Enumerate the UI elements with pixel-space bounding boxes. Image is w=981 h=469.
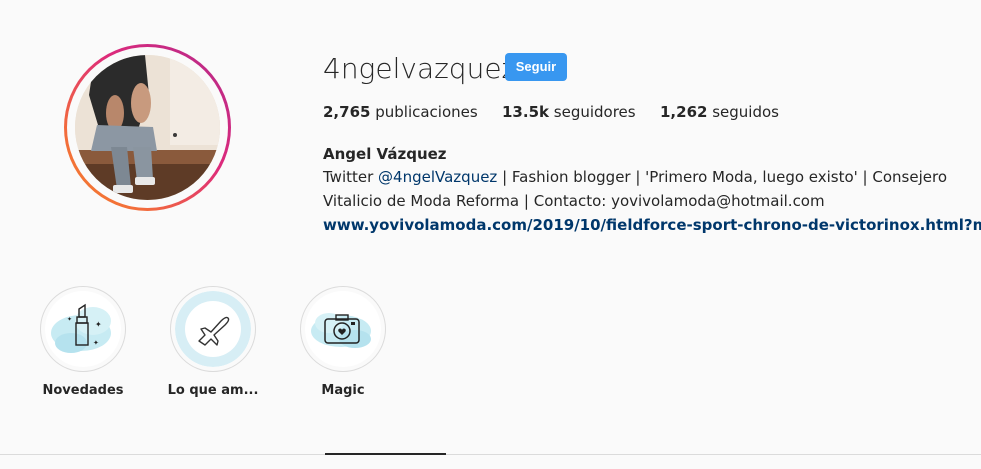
posts-count: 2,765 — [323, 103, 371, 121]
tabs-divider — [0, 454, 981, 455]
following-stat[interactable]: 1,262 seguidos — [660, 103, 779, 121]
bio-line1-rest: | Fashion blogger | 'Primero Moda, luego… — [497, 168, 947, 186]
following-label: seguidos — [712, 103, 779, 121]
highlight-label: Novedades — [42, 383, 124, 398]
profile-full-name: Angel Vázquez — [323, 145, 447, 163]
profile-photo-image — [75, 55, 220, 200]
highlight-ring[interactable]: ✦ ✦ ✦ — [40, 286, 126, 372]
bio-line-1: Twitter @4ngelVazquez | Fashion blogger … — [323, 168, 947, 186]
profile-picture-frame — [67, 47, 228, 208]
svg-text:✦: ✦ — [95, 320, 102, 329]
profile-picture[interactable] — [75, 55, 220, 200]
highlight-lo-que-am[interactable]: Lo que am... — [168, 286, 258, 398]
highlight-novedades[interactable]: ✦ ✦ ✦ Novedades — [40, 286, 126, 398]
svg-text:✦: ✦ — [93, 339, 99, 347]
posts-label: publicaciones — [375, 103, 478, 121]
bio-prefix: Twitter — [323, 168, 379, 186]
profile-picture-ring[interactable] — [64, 44, 231, 211]
camera-icon — [311, 313, 371, 348]
followers-label: seguidores — [553, 103, 636, 121]
followers-stat[interactable]: 13.5k seguidores — [502, 103, 636, 121]
highlight-cover — [305, 291, 381, 367]
active-tab-indicator[interactable] — [325, 453, 446, 455]
highlight-cover: ✦ ✦ ✦ — [45, 291, 121, 367]
svg-text:✦: ✦ — [67, 316, 72, 323]
twitter-mention-link[interactable]: @4ngelVazquez — [378, 168, 497, 186]
highlight-ring[interactable] — [300, 286, 386, 372]
website-link[interactable]: www.yovivolamoda.com/2019/10/fieldforce-… — [323, 216, 981, 234]
follow-button[interactable]: Seguir — [505, 53, 567, 81]
airplane-icon — [175, 291, 251, 367]
posts-stat: 2,765 publicaciones — [323, 103, 478, 121]
highlight-cover — [175, 291, 251, 367]
highlight-label: Magic — [321, 383, 365, 398]
bio-line-2: Vitalicio de Moda Reforma | Contacto: yo… — [323, 192, 825, 210]
followers-count: 13.5k — [502, 103, 549, 121]
highlight-label: Lo que am... — [167, 383, 259, 398]
profile-username: 4ngelvazquez — [323, 52, 517, 85]
highlight-magic[interactable]: Magic — [300, 286, 386, 398]
lipstick-icon: ✦ ✦ ✦ — [51, 303, 111, 353]
highlight-ring[interactable] — [170, 286, 256, 372]
following-count: 1,262 — [660, 103, 708, 121]
